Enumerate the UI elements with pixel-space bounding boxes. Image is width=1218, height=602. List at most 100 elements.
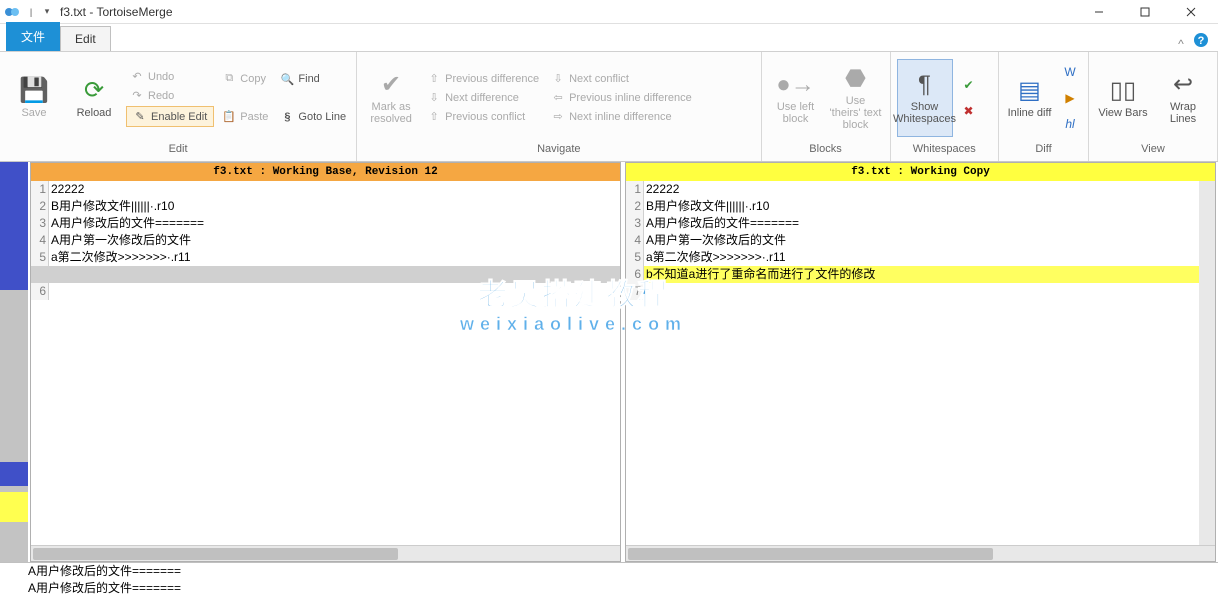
up-arrow-icon: ⇧	[427, 110, 441, 123]
minimize-button[interactable]	[1076, 0, 1122, 24]
code-line[interactable]: 6b不知道a进行了重命名而进行了文件的修改	[626, 266, 1215, 283]
paste-button[interactable]: 📋Paste	[218, 108, 272, 125]
inline-diff-button[interactable]: ▤ Inline diff	[1005, 59, 1054, 137]
ribbon: 💾 Save ⟳ Reload ↶Undo ↷Redo ✎Enable Edit…	[0, 52, 1218, 162]
next-diff-button[interactable]: ⇩Next difference	[423, 89, 543, 106]
right-pane-body[interactable]: 1222222B用户修改文件||||||·.r103A用户修改后的文件=====…	[626, 181, 1215, 545]
right-v-scrollbar[interactable]	[1199, 181, 1215, 545]
down-arrow-icon: ⇩	[427, 91, 441, 104]
mark-resolved-button[interactable]: ✔ Mark as resolved	[363, 59, 419, 137]
code-line[interactable]: 5a第二次修改>>>>>>>·.r11	[31, 249, 620, 266]
code-line[interactable]: 7	[626, 283, 1215, 300]
redo-icon: ↷	[130, 89, 144, 102]
goto-icon: §	[280, 111, 294, 123]
bottom-line-1: A用户修改后的文件=======	[28, 563, 1218, 580]
bottom-line-2: A用户修改后的文件=======	[28, 580, 1218, 597]
tab-file[interactable]: 文件	[6, 22, 60, 51]
svg-text:?: ?	[1198, 35, 1205, 47]
code-line[interactable]: 2B用户修改文件||||||·.r10	[626, 198, 1215, 215]
tab-edit[interactable]: Edit	[60, 26, 111, 51]
mark-resolved-label: Mark as resolved	[365, 101, 417, 125]
close-button[interactable]	[1168, 0, 1214, 24]
diff-area: f3.txt : Working Base, Revision 12 12222…	[0, 162, 1218, 562]
code-line[interactable]: 122222	[31, 181, 620, 198]
code-line[interactable]: 4A用户第一次修改后的文件	[626, 232, 1215, 249]
group-blocks-label: Blocks	[762, 143, 890, 161]
diff-option3-button[interactable]: hl	[1058, 112, 1082, 136]
copy-icon: ⧉	[222, 72, 236, 85]
locator-bar[interactable]	[0, 162, 28, 562]
reload-button[interactable]: ⟳ Reload	[66, 59, 122, 137]
code-line[interactable]: 3A用户修改后的文件=======	[626, 215, 1215, 232]
find-icon: 🔍	[280, 73, 294, 86]
pilcrow-icon: ¶	[918, 71, 931, 99]
use-theirs-icon: ⬣	[845, 64, 866, 93]
redo-button[interactable]: ↷Redo	[126, 87, 214, 104]
goto-line-button[interactable]: §Goto Line	[276, 109, 350, 125]
help-icon[interactable]: ?	[1190, 29, 1212, 51]
next-conflict-button[interactable]: ⇩Next conflict	[547, 70, 696, 87]
prev-inline-button[interactable]: ⇦Previous inline difference	[547, 89, 696, 106]
wrap-lines-button[interactable]: ↩ Wrap Lines	[1155, 59, 1211, 137]
group-navigate-label: Navigate	[357, 143, 760, 161]
copy-button[interactable]: ⧉Copy	[218, 70, 272, 87]
app-icon	[4, 4, 20, 20]
diff-option1-button[interactable]: W	[1058, 60, 1082, 84]
reload-label: Reload	[77, 107, 112, 119]
right-pane: f3.txt : Working Copy 1222222B用户修改文件||||…	[625, 162, 1216, 562]
tab-row: 文件 Edit ^ ?	[0, 24, 1218, 52]
right-pane-title: f3.txt : Working Copy	[626, 163, 1215, 181]
next-inline-button[interactable]: ⇨Next inline difference	[547, 108, 696, 125]
left-arrow-icon: ⇦	[551, 91, 565, 104]
enable-edit-button[interactable]: ✎Enable Edit	[126, 106, 214, 127]
group-ws-label: Whitespaces	[891, 143, 999, 161]
right-arrow-icon: ⇨	[551, 110, 565, 123]
maximize-button[interactable]	[1122, 0, 1168, 24]
prev-conflict-button[interactable]: ⇧Previous conflict	[423, 108, 543, 125]
ws-option1-button[interactable]: ✔	[957, 73, 981, 97]
code-line[interactable]: 5a第二次修改>>>>>>>·.r11	[626, 249, 1215, 266]
find-button[interactable]: 🔍Find	[276, 71, 350, 88]
save-button[interactable]: 💾 Save	[6, 59, 62, 137]
check-icon: ✔	[381, 70, 401, 99]
inline-diff-icon: ▤	[1018, 76, 1041, 105]
code-line[interactable]	[31, 266, 620, 283]
window-title: f3.txt - TortoiseMerge	[60, 5, 1076, 19]
paste-icon: 📋	[222, 110, 236, 123]
code-line[interactable]: 3A用户修改后的文件=======	[31, 215, 620, 232]
diff-option2-button[interactable]: ▶	[1058, 86, 1082, 110]
use-theirs-block-button[interactable]: ⬣ Use 'theirs' text block	[828, 59, 884, 137]
group-view-label: View	[1089, 143, 1217, 161]
reload-icon: ⟳	[84, 76, 104, 105]
view-bars-icon: ▯▯	[1110, 76, 1136, 105]
undo-button[interactable]: ↶Undo	[126, 68, 214, 85]
ws-option2-button[interactable]: ✖	[957, 99, 981, 123]
code-line[interactable]: 2B用户修改文件||||||·.r10	[31, 198, 620, 215]
save-icon: 💾	[19, 76, 49, 105]
group-edit-label: Edit	[0, 143, 356, 161]
up-arrow-icon: ⇧	[427, 72, 441, 85]
code-line[interactable]: 6	[31, 283, 620, 300]
prev-diff-button[interactable]: ⇧Previous difference	[423, 70, 543, 87]
show-whitespaces-button[interactable]: ¶ Show Whitespaces	[897, 59, 953, 137]
right-h-scrollbar[interactable]	[626, 545, 1215, 561]
titlebar: | ▾ f3.txt - TortoiseMerge	[0, 0, 1218, 24]
view-bars-button[interactable]: ▯▯ View Bars	[1095, 59, 1151, 137]
ribbon-collapse-icon[interactable]: ^	[1172, 37, 1190, 51]
quick-access-toolbar: | ▾	[24, 5, 54, 19]
down-arrow-icon: ⇩	[551, 72, 565, 85]
left-pane-title: f3.txt : Working Base, Revision 12	[31, 163, 620, 181]
use-left-icon: ●→	[776, 71, 815, 99]
code-line[interactable]: 122222	[626, 181, 1215, 198]
use-left-block-button[interactable]: ●→ Use left block	[768, 59, 824, 137]
left-pane: f3.txt : Working Base, Revision 12 12222…	[30, 162, 621, 562]
bottom-preview: A用户修改后的文件======= A用户修改后的文件=======	[0, 562, 1218, 600]
save-label: Save	[21, 107, 46, 119]
left-pane-body[interactable]: 1222222B用户修改文件||||||·.r103A用户修改后的文件=====…	[31, 181, 620, 545]
qat-dropdown-icon[interactable]: ▾	[40, 5, 54, 19]
left-h-scrollbar[interactable]	[31, 545, 620, 561]
qat-sep-icon: |	[24, 5, 38, 19]
code-line[interactable]: 4A用户第一次修改后的文件	[31, 232, 620, 249]
pencil-icon: ✎	[133, 110, 147, 123]
undo-icon: ↶	[130, 70, 144, 83]
